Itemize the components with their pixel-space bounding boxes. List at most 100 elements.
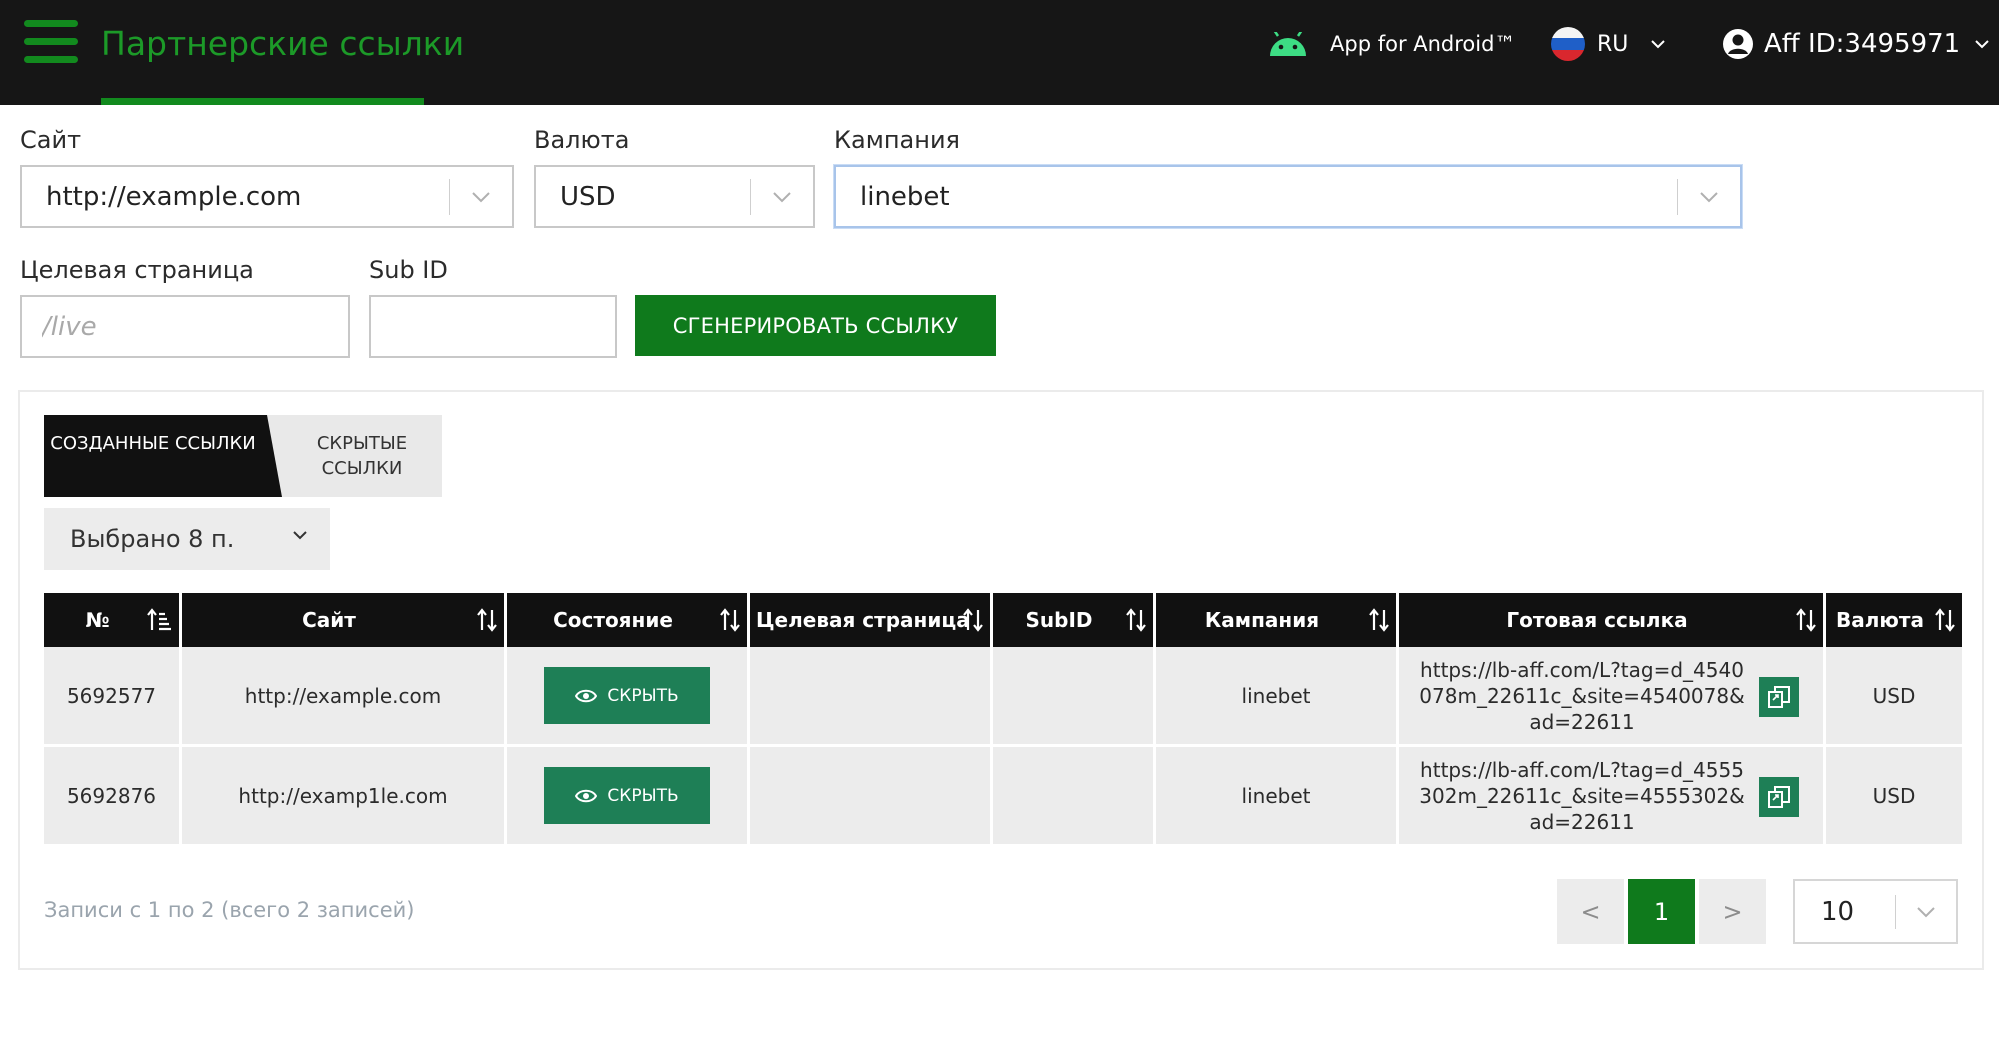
eye-icon: [575, 689, 598, 702]
chevron-down-icon: [1678, 191, 1740, 203]
column-header-label: Готовая ссылка: [1506, 608, 1688, 632]
table-header-row: № Сайт Состояние Целевая страница SubID: [44, 593, 1962, 647]
campaign-select-value: linebet: [860, 181, 950, 212]
landing-page-input[interactable]: [20, 295, 350, 358]
column-header-label: Сайт: [302, 608, 356, 632]
per-page-select[interactable]: 10: [1793, 879, 1958, 944]
cell-subid: [993, 747, 1153, 847]
android-label: App for Android™: [1330, 32, 1516, 56]
cell-subid: [993, 647, 1153, 747]
column-header-campaign[interactable]: Кампания: [1156, 593, 1396, 647]
cell-site: http://examp1le.com: [182, 747, 504, 847]
chevron-down-icon: [1896, 906, 1956, 918]
cell-campaign: linebet: [1156, 647, 1396, 747]
account-menu[interactable]: Aff ID:3495971: [1722, 22, 1990, 66]
chevron-down-icon: [1975, 40, 1989, 49]
cell-landing-page: [750, 747, 990, 847]
column-header-label: №: [85, 608, 110, 632]
column-header-label: Кампания: [1204, 608, 1320, 632]
sort-icon: [477, 608, 497, 632]
records-info: Записи с 1 по 2 (всего 2 записей): [44, 898, 415, 922]
hide-link-button[interactable]: СКРЫТЬ: [544, 667, 710, 724]
ready-link-text[interactable]: https://lb-aff.com/L?tag=d_4540078m_2261…: [1419, 658, 1744, 734]
campaign-label: Кампания: [834, 126, 960, 154]
ready-link-text[interactable]: https://lb-aff.com/L?tag=d_4555302m_2261…: [1419, 758, 1744, 834]
tab-hidden-links[interactable]: СКРЫТЫЕ ССЫЛКИ: [282, 415, 442, 497]
columns-select-label: Выбрано 8 п.: [70, 525, 235, 553]
per-page-value: 10: [1821, 896, 1855, 927]
column-header-landing-page[interactable]: Целевая страница: [750, 593, 990, 647]
currency-select[interactable]: USD: [534, 165, 815, 228]
column-header-label: Валюта: [1836, 608, 1924, 632]
top-bar: Партнерские ссылки App for Android™ RU A…: [0, 0, 1999, 105]
cell-state: СКРЫТЬ: [507, 647, 747, 747]
column-header-currency[interactable]: Валюта: [1826, 593, 1962, 647]
copy-link-button[interactable]: [1759, 777, 1799, 817]
subid-input[interactable]: [369, 295, 617, 358]
cell-ready-link: https://lb-aff.com/L?tag=d_4540078m_2261…: [1399, 647, 1823, 747]
chevron-down-icon: [450, 191, 512, 203]
site-select[interactable]: http://example.com: [20, 165, 514, 228]
title-underline: [101, 98, 424, 105]
column-header-subid[interactable]: SubID: [993, 593, 1153, 647]
sort-icon: [1369, 608, 1389, 632]
copy-icon: [1768, 686, 1790, 708]
column-header-site[interactable]: Сайт: [182, 593, 504, 647]
menu-icon[interactable]: [24, 20, 78, 64]
cell-currency: USD: [1826, 647, 1962, 747]
cell-landing-page: [750, 647, 990, 747]
tab-created-links[interactable]: СОЗДАННЫЕ ССЫЛКИ: [44, 415, 282, 497]
chevron-down-icon: [293, 531, 307, 540]
sort-icon: [1796, 608, 1816, 632]
language-selector[interactable]: RU: [1551, 24, 1666, 64]
column-header-label: Целевая страница: [756, 608, 970, 632]
column-header-label: Состояние: [553, 608, 673, 632]
table-row: 5692577 http://example.com СКРЫТЬ linebe…: [44, 647, 1962, 747]
column-header-state[interactable]: Состояние: [507, 593, 747, 647]
site-label: Сайт: [20, 126, 82, 154]
language-label: RU: [1597, 31, 1629, 57]
pagination-page-1[interactable]: 1: [1628, 879, 1695, 944]
page-title: Партнерские ссылки: [101, 24, 465, 63]
generate-link-button[interactable]: СГЕНЕРИРОВАТЬ ССЫЛКУ: [635, 295, 996, 356]
copy-icon: [1768, 786, 1790, 808]
user-icon: [1723, 29, 1753, 59]
cell-id: 5692876: [44, 747, 179, 847]
links-tabs: СОЗДАННЫЕ ССЫЛКИ СКРЫТЫЕ ССЫЛКИ: [44, 415, 442, 497]
cell-state: СКРЫТЬ: [507, 747, 747, 847]
sort-icon: [1935, 608, 1955, 632]
pagination-prev-button[interactable]: <: [1557, 879, 1624, 944]
currency-select-value: USD: [560, 181, 616, 212]
hide-link-label: СКРЫТЬ: [607, 685, 679, 706]
currency-label: Валюта: [534, 126, 630, 154]
column-header-ready-link[interactable]: Готовая ссылка: [1399, 593, 1823, 647]
hide-link-button[interactable]: СКРЫТЬ: [544, 767, 710, 824]
column-header-number[interactable]: №: [44, 593, 179, 647]
columns-select[interactable]: Выбрано 8 п.: [44, 508, 330, 570]
cell-site: http://example.com: [182, 647, 504, 747]
chevron-down-icon: [751, 191, 813, 203]
android-app-link[interactable]: App for Android™: [1268, 28, 1515, 60]
subid-label: Sub ID: [369, 256, 448, 284]
sort-icon: [963, 608, 983, 632]
android-icon: [1270, 32, 1306, 56]
campaign-select[interactable]: linebet: [834, 165, 1742, 228]
cell-currency: USD: [1826, 747, 1962, 847]
column-header-label: SubID: [1025, 608, 1093, 632]
sort-icon: [720, 608, 740, 632]
russia-flag-icon: [1551, 27, 1585, 61]
eye-icon: [575, 789, 598, 802]
pagination-next-button[interactable]: >: [1699, 879, 1766, 944]
sort-asc-icon: [147, 608, 171, 631]
cell-campaign: linebet: [1156, 747, 1396, 847]
sort-icon: [1126, 608, 1146, 632]
cell-ready-link: https://lb-aff.com/L?tag=d_4555302m_2261…: [1399, 747, 1823, 847]
aff-id-label: Aff ID:3495971: [1764, 29, 1961, 59]
chevron-down-icon: [1651, 40, 1666, 49]
hide-link-label: СКРЫТЬ: [607, 785, 679, 806]
cell-id: 5692577: [44, 647, 179, 747]
table-row: 5692876 http://examp1le.com СКРЫТЬ lineb…: [44, 747, 1962, 847]
site-select-value: http://example.com: [46, 181, 302, 212]
copy-link-button[interactable]: [1759, 677, 1799, 717]
landing-page-label: Целевая страница: [20, 256, 254, 284]
